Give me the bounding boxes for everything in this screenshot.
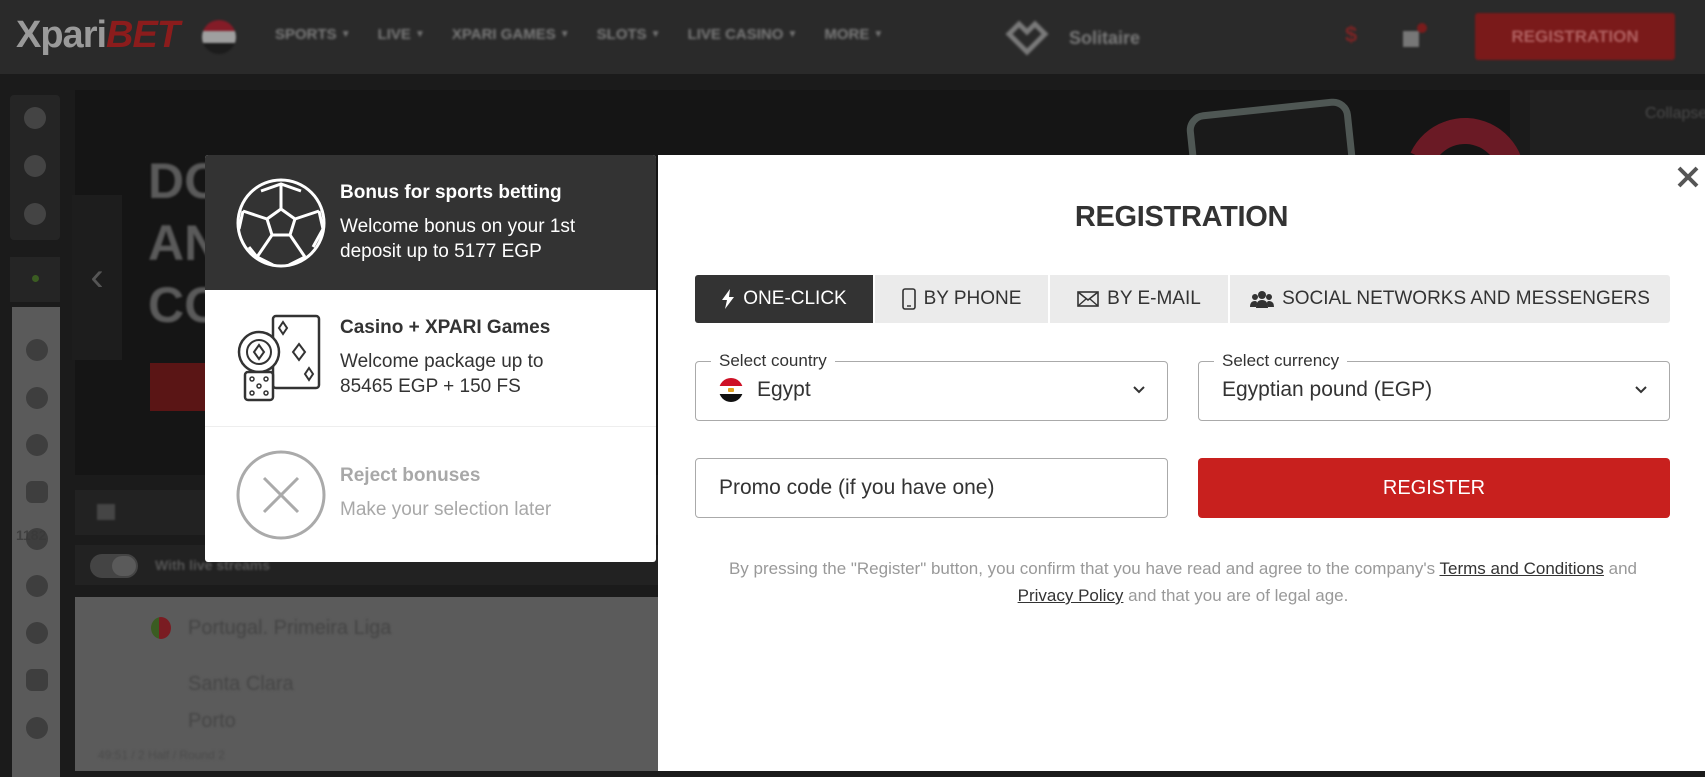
registration-method-tabs: ONE-CLICK BY PHONE BY E-MAIL SOCIAL NETW…	[695, 275, 1670, 323]
country-label: Select country	[711, 351, 835, 371]
currency-select[interactable]: Select currency Egyptian pound (EGP)	[1198, 351, 1670, 421]
chevron-down-icon	[1133, 386, 1145, 394]
tab-label: BY E-MAIL	[1107, 288, 1201, 309]
phone-icon	[901, 288, 916, 310]
tab-by-email[interactable]: BY E-MAIL	[1050, 275, 1230, 323]
tab-label: SOCIAL NETWORKS AND MESSENGERS	[1282, 288, 1650, 309]
registration-modal: REGISTRATION ONE-CLICK BY PHONE BY E-MAI…	[658, 155, 1705, 771]
legal-notice: By pressing the "Register" button, you c…	[688, 555, 1678, 609]
casino-chips-cards-dice-icon	[237, 314, 321, 402]
modal-title: REGISTRATION	[1074, 201, 1289, 233]
bonus-option-sports[interactable]: Bonus for sports betting Welcome bonus o…	[205, 155, 656, 290]
legal-text: By pressing the "Register" button, you c…	[728, 559, 1440, 578]
tab-label: ONE-CLICK	[743, 288, 847, 309]
currency-label: Select currency	[1214, 351, 1348, 371]
reject-circle-x-icon	[236, 450, 326, 540]
promo-code-input[interactable]	[695, 458, 1168, 518]
register-button[interactable]: REGISTER	[1198, 458, 1670, 518]
page: XpariBET SPORTS ▼ LIVE ▼ XPARI GAMES ▼ SLOT…	[0, 0, 1705, 777]
country-select[interactable]: Select country Egypt	[695, 351, 1168, 421]
tab-by-phone[interactable]: BY PHONE	[875, 275, 1050, 323]
tab-label: BY PHONE	[923, 288, 1022, 309]
tab-social-networks[interactable]: SOCIAL NETWORKS AND MESSENGERS	[1230, 275, 1670, 323]
users-icon	[1250, 291, 1275, 308]
tab-one-click[interactable]: ONE-CLICK	[695, 275, 875, 323]
soccer-ball-icon	[236, 178, 326, 268]
close-button[interactable]	[1673, 165, 1703, 195]
bonus-description: Welcome bonus on your 1st deposit up to …	[340, 216, 576, 262]
lightning-icon	[722, 289, 735, 309]
terms-link[interactable]: Terms and Conditions	[1440, 559, 1604, 578]
bonus-option-casino[interactable]: Casino + XPARI Games Welcome package up …	[205, 290, 656, 426]
bonus-title: Casino + XPARI Games	[340, 317, 551, 338]
bonus-description: Make your selection later	[340, 499, 552, 520]
bonus-selection-panel: Bonus for sports betting Welcome bonus o…	[205, 155, 656, 562]
legal-text: and that you are of legal age.	[1123, 586, 1349, 605]
egypt-flag-icon	[719, 378, 743, 402]
legal-text: and	[1603, 559, 1638, 578]
bonus-option-reject[interactable]: Reject bonuses Make your selection later	[205, 427, 656, 562]
chevron-down-icon	[1635, 386, 1647, 394]
currency-value: Egyptian pound (EGP)	[1222, 378, 1433, 401]
bonus-description: Welcome package up to 85465 EGP + 150 FS	[340, 351, 544, 397]
privacy-policy-link[interactable]: Privacy Policy	[1018, 586, 1124, 605]
envelope-icon	[1077, 291, 1099, 307]
close-icon	[1677, 166, 1699, 188]
country-value: Egypt	[757, 378, 811, 401]
bonus-title: Reject bonuses	[340, 465, 481, 486]
bonus-title: Bonus for sports betting	[340, 182, 562, 203]
